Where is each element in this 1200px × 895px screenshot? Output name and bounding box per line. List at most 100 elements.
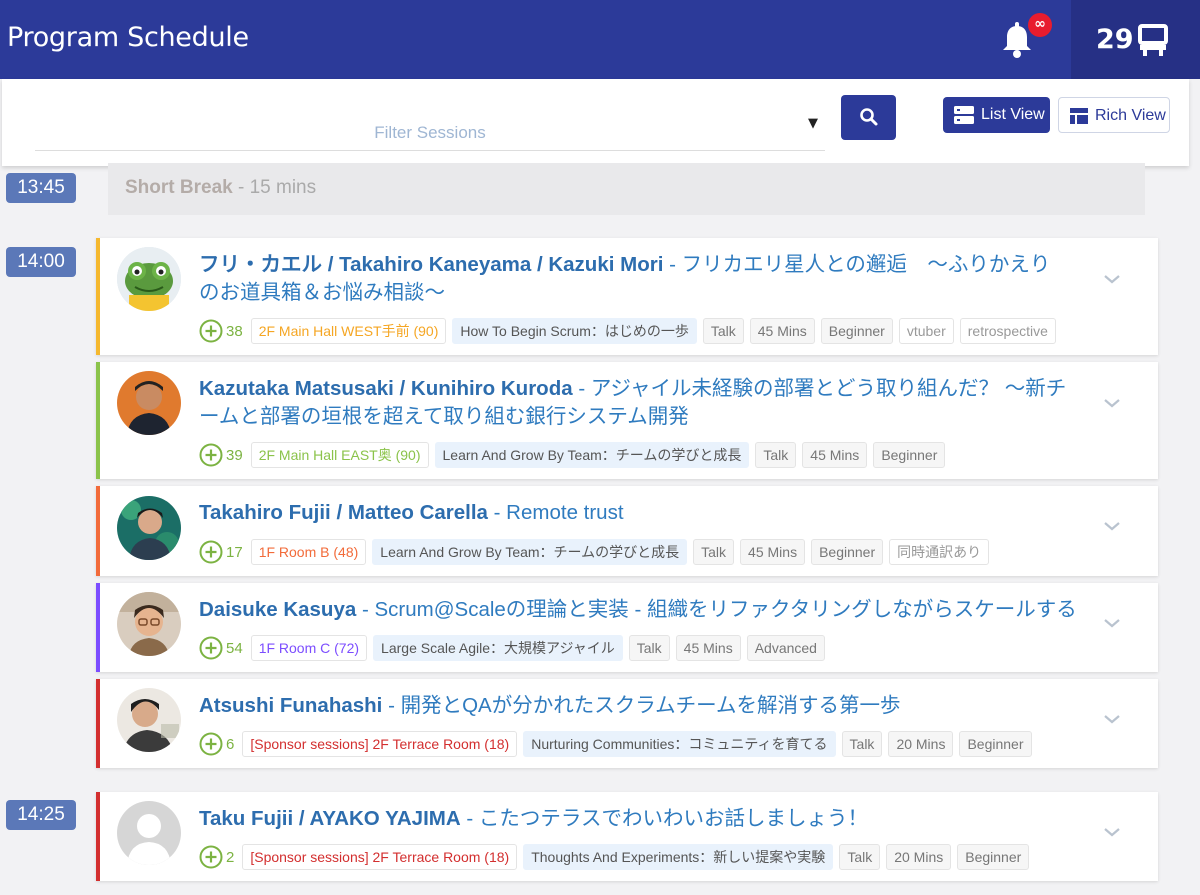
duration-tag[interactable]: 45 Mins xyxy=(675,635,741,661)
level-tag[interactable]: Beginner xyxy=(957,844,1030,870)
duration-tag[interactable]: 45 Mins xyxy=(802,442,868,468)
vote-button[interactable]: 2 xyxy=(199,845,234,869)
vote-count: 6 xyxy=(226,735,235,753)
format-tag[interactable]: Talk xyxy=(841,731,883,757)
session-title-text: - フリカエリ星人との邂逅 ～ふりかえり xyxy=(663,253,1051,276)
track-tag[interactable]: How To Begin Scrum：はじめの一歩 xyxy=(452,318,697,344)
chevron-down-icon[interactable] xyxy=(1103,520,1121,532)
keyword-tag[interactable]: vtuber xyxy=(898,318,954,344)
room-tag[interactable]: [Sponsor sessions] 2F Terrace Room (18) xyxy=(242,731,518,757)
session-title[interactable]: Atsushi Funahashi - 開発とQAが分かれたスクラムチームを解消… xyxy=(199,692,1089,720)
level-tag[interactable]: Advanced xyxy=(746,635,825,661)
track-tag[interactable]: Learn And Grow By Team：チームの学びと成長 xyxy=(434,442,750,468)
vote-count: 2 xyxy=(226,848,235,866)
session-card[interactable]: Taku Fujii / AYAKO YAJIMA - こたつテラスでわいわいお… xyxy=(96,792,1158,881)
room-tag[interactable]: 1F Room C (72) xyxy=(250,635,368,661)
search-icon xyxy=(860,108,878,126)
keyword-tag[interactable]: 同時通訳あり xyxy=(889,539,990,565)
level-tag[interactable]: Beginner xyxy=(959,731,1032,757)
session-title[interactable]: Takahiro Fujii / Matteo Carella - Remote… xyxy=(199,499,1089,527)
session-speakers: Daisuke Kasuya xyxy=(199,598,357,621)
track-tag[interactable]: Large Scale Agile：大規模アジャイル xyxy=(373,635,623,661)
time-slot-label: 14:00 xyxy=(6,247,76,277)
session-title[interactable]: Daisuke Kasuya - Scrum@Scaleの理論と実装 - 組織を… xyxy=(199,596,1089,624)
level-tag[interactable]: Beginner xyxy=(820,318,893,344)
duration-tag[interactable]: 45 Mins xyxy=(740,539,806,565)
duration-tag[interactable]: 45 Mins xyxy=(749,318,815,344)
chevron-down-icon[interactable] xyxy=(1103,397,1121,409)
list-view-label: List View xyxy=(981,106,1045,123)
search-button[interactable] xyxy=(841,95,896,140)
vote-count: 17 xyxy=(226,543,243,561)
format-tag[interactable]: Talk xyxy=(702,318,744,344)
list-view-button[interactable]: List View xyxy=(943,97,1050,133)
session-card[interactable]: Atsushi Funahashi - 開発とQAが分かれたスクラムチームを解消… xyxy=(96,679,1158,768)
list-view-icon xyxy=(954,106,974,124)
session-title-text: - Remote trust xyxy=(487,501,624,524)
session-tags: 39 2F Main Hall EAST奥 (90) Learn And Gro… xyxy=(199,442,951,468)
session-tags: 6 [Sponsor sessions] 2F Terrace Room (18… xyxy=(199,731,1038,757)
vote-button[interactable]: 38 xyxy=(199,319,243,343)
session-tags: 38 2F Main Hall WEST手前 (90) How To Begin… xyxy=(199,318,1062,344)
room-tag[interactable]: 2F Main Hall WEST手前 (90) xyxy=(250,318,447,344)
vote-count: 54 xyxy=(226,639,243,657)
session-speakers: Kazutaka Matsusaki / Kunihiro Kuroda xyxy=(199,377,573,400)
room-tag[interactable]: [Sponsor sessions] 2F Terrace Room (18) xyxy=(242,844,518,870)
session-speakers: Atsushi Funahashi xyxy=(199,694,383,717)
attendance-counter[interactable]: 29 xyxy=(1071,0,1200,79)
format-tag[interactable]: Talk xyxy=(693,539,735,565)
session-card[interactable]: Takahiro Fujii / Matteo Carella - Remote… xyxy=(96,486,1158,576)
vote-button[interactable]: 6 xyxy=(199,732,234,756)
session-title-text-2: のお道具箱＆お悩み相談～ xyxy=(199,281,445,304)
chevron-down-icon[interactable] xyxy=(1103,617,1121,629)
duration-tag[interactable]: 20 Mins xyxy=(888,731,954,757)
session-tags: 2 [Sponsor sessions] 2F Terrace Room (18… xyxy=(199,844,1035,870)
rich-view-button[interactable]: Rich View xyxy=(1058,97,1170,133)
avatar xyxy=(117,592,181,656)
plus-circle-icon xyxy=(199,636,223,660)
format-tag[interactable]: Talk xyxy=(628,635,670,661)
format-tag[interactable]: Talk xyxy=(755,442,797,468)
session-card[interactable]: Kazutaka Matsusaki / Kunihiro Kuroda - ア… xyxy=(96,362,1158,479)
session-title[interactable]: フリ・カエル / Takahiro Kaneyama / Kazuki Mori… xyxy=(199,251,1089,307)
session-tags: 17 1F Room B (48) Learn And Grow By Team… xyxy=(199,539,995,565)
session-title-text: - こたつテラスでわいわいお話しましょう！ xyxy=(460,807,868,830)
dropdown-caret-icon[interactable]: ▼ xyxy=(808,116,818,131)
rich-view-icon xyxy=(1070,108,1088,124)
room-tag[interactable]: 2F Main Hall EAST奥 (90) xyxy=(250,442,429,468)
filter-sessions-input[interactable] xyxy=(35,105,825,151)
rich-view-label: Rich View xyxy=(1095,107,1166,124)
session-title[interactable]: Taku Fujii / AYAKO YAJIMA - こたつテラスでわいわいお… xyxy=(199,805,1089,833)
break-title: Short Break xyxy=(125,177,233,198)
session-title-text-2: ームと部署の垣根を超えて取り組む銀行システム開発 xyxy=(199,405,689,428)
chevron-down-icon[interactable] xyxy=(1103,826,1121,838)
vote-button[interactable]: 17 xyxy=(199,540,243,564)
session-speakers: Taku Fujii / AYAKO YAJIMA xyxy=(199,807,461,830)
avatar xyxy=(117,496,181,560)
notification-badge[interactable]: ∞ xyxy=(1028,13,1052,37)
vote-button[interactable]: 54 xyxy=(199,636,243,660)
duration-tag[interactable]: 20 Mins xyxy=(886,844,952,870)
vote-button[interactable]: 39 xyxy=(199,443,243,467)
session-speakers: フリ・カエル / Takahiro Kaneyama / Kazuki Mori xyxy=(199,253,664,276)
room-tag[interactable]: 1F Room B (48) xyxy=(250,539,367,565)
plus-circle-icon xyxy=(199,845,223,869)
track-tag[interactable]: Nurturing Communities：コミュニティを育てる xyxy=(523,731,836,757)
level-tag[interactable]: Beginner xyxy=(873,442,946,468)
plus-circle-icon xyxy=(199,540,223,564)
session-card[interactable]: フリ・カエル / Takahiro Kaneyama / Kazuki Mori… xyxy=(96,238,1158,355)
avatar xyxy=(117,688,181,752)
avatar xyxy=(117,371,181,435)
level-tag[interactable]: Beginner xyxy=(811,539,884,565)
track-tag[interactable]: Thoughts And Experiments：新しい提案や実験 xyxy=(523,844,834,870)
plus-circle-icon xyxy=(199,443,223,467)
session-title[interactable]: Kazutaka Matsusaki / Kunihiro Kuroda - ア… xyxy=(199,375,1089,431)
time-slot-label: 13:45 xyxy=(6,173,76,203)
format-tag[interactable]: Talk xyxy=(839,844,881,870)
track-tag[interactable]: Learn And Grow By Team：チームの学びと成長 xyxy=(372,539,688,565)
chevron-down-icon[interactable] xyxy=(1103,713,1121,725)
chevron-down-icon[interactable] xyxy=(1103,273,1121,285)
keyword-tag[interactable]: retrospective xyxy=(959,318,1056,344)
plus-circle-icon xyxy=(199,319,223,343)
session-card[interactable]: Daisuke Kasuya - Scrum@Scaleの理論と実装 - 組織を… xyxy=(96,583,1158,672)
